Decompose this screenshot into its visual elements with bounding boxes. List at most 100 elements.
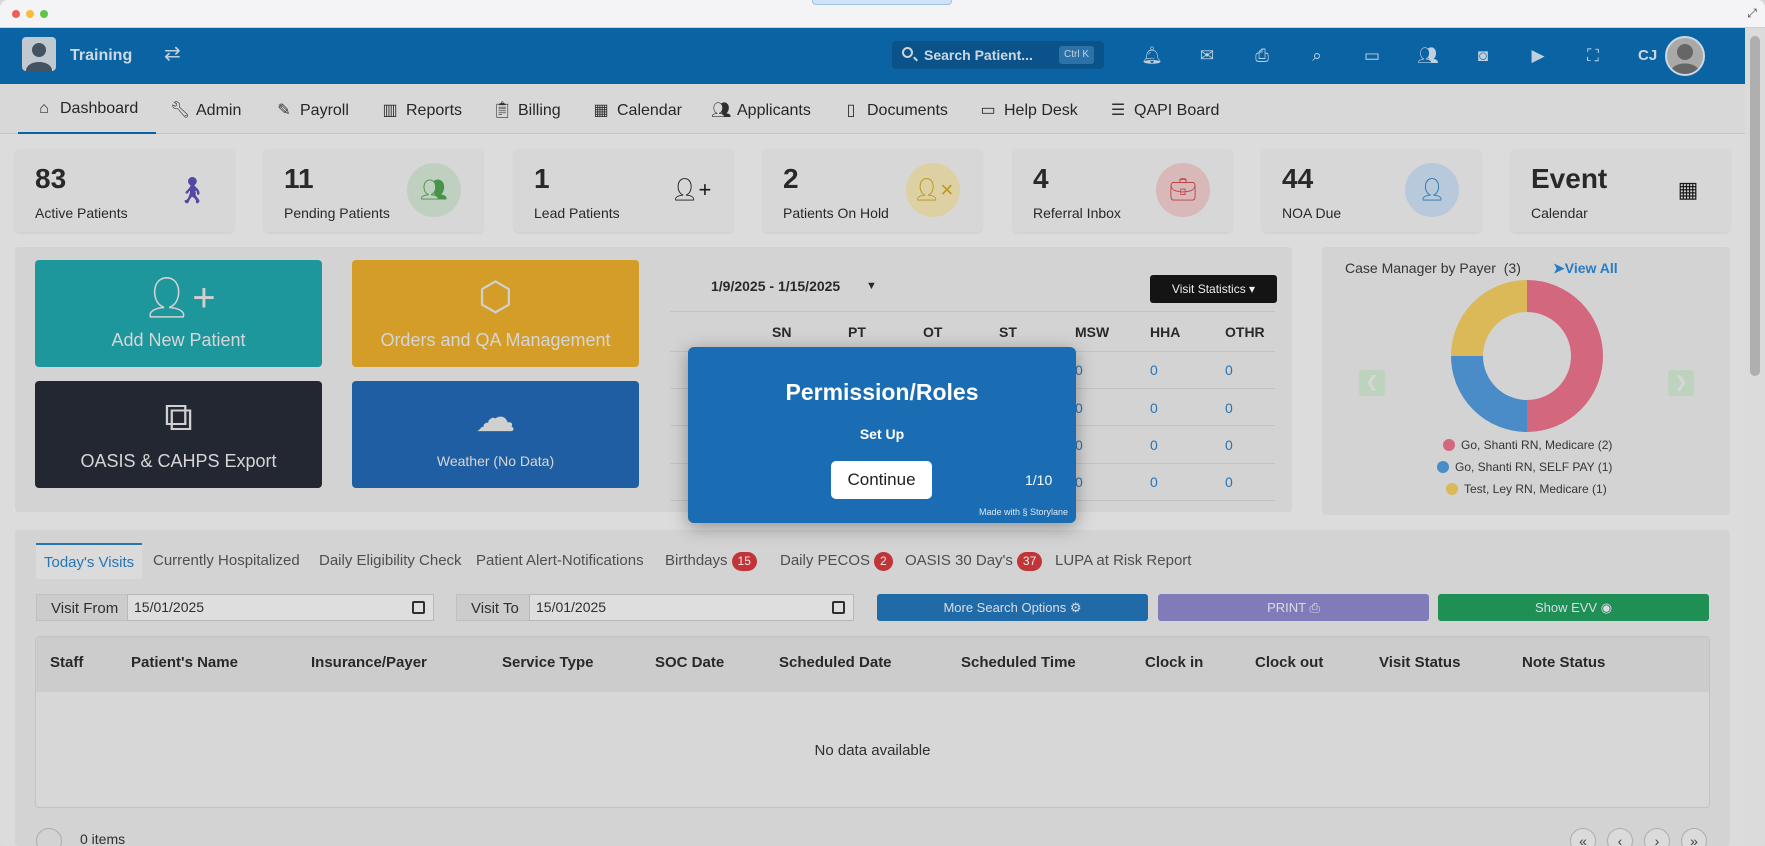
fullscreen-icon[interactable]: ⛶ [1582,45,1604,67]
stat-active-patients[interactable]: 83 Active Patients 🚶︎ [15,149,234,232]
expand-icon[interactable]: ⤢ [1745,6,1759,20]
chevron-down-icon[interactable]: ▼ [866,280,877,292]
col-staff[interactable]: Staff [50,654,83,671]
stat-cell[interactable]: 0 [1150,400,1158,416]
nav-qapi-board[interactable]: ☰ QAPI Board [1108,100,1220,120]
legend-swatch [1446,483,1458,495]
visit-statistics-button[interactable]: Visit Statistics ▾ [1150,275,1277,303]
stat-event-calendar[interactable]: Event Calendar ▦ [1511,149,1730,232]
donut-slice[interactable] [1451,280,1528,357]
nav-label: QAPI Board [1134,102,1220,119]
nav-payroll[interactable]: ✎ Payroll [274,100,349,120]
minimize-window-button[interactable] [26,10,34,18]
bell-icon[interactable]: 🔔︎ [1141,45,1163,67]
nav-reports[interactable]: ▥ Reports [380,100,462,120]
donut-slice[interactable] [1526,280,1603,432]
nav-dashboard[interactable]: ⌂ Dashboard [34,100,138,118]
orders-qa-tile[interactable]: ⬡ Orders and QA Management [352,260,639,367]
nav-label: Billing [518,102,561,119]
legend-label: Go, Shanti RN, SELF PAY (1) [1455,460,1613,474]
nav-billing[interactable]: 📋︎ Billing [492,100,561,120]
magnifier-icon[interactable]: ⌕ [1306,45,1328,67]
visit-from-input[interactable]: 15/01/2025 [127,594,434,621]
col-clock-in[interactable]: Clock in [1145,654,1203,671]
nav-documents[interactable]: ▯ Documents [841,100,948,120]
calendar-icon[interactable] [412,601,425,614]
nav-admin[interactable]: 🔧︎ Admin [170,100,241,120]
stat-cell[interactable]: 0 [1225,437,1233,453]
mail-icon[interactable]: ✉ [1196,45,1218,67]
made-with-storylane[interactable]: Made with § Storylane [979,507,1068,517]
stat-cell[interactable]: 0 [1150,362,1158,378]
col-scheduled-time[interactable]: Scheduled Time [961,654,1076,671]
tab-currently-hospitalized[interactable]: Currently Hospitalized [145,543,308,579]
date-range[interactable]: 1/9/2025 - 1/15/2025 [711,278,840,294]
camera-icon[interactable]: ◙ [1472,45,1494,67]
nav-calendar[interactable]: ▦ Calendar [591,100,682,120]
stat-cell[interactable]: 0 [1075,437,1083,453]
agency-avatar[interactable] [22,37,56,71]
switch-agency-icon[interactable]: ⇄ [164,41,181,66]
col-clock-out[interactable]: Clock out [1255,654,1323,671]
view-all-link[interactable]: ➤View All [1553,260,1618,277]
add-new-patient-tile[interactable]: 👤︎+ Add New Patient [35,260,322,367]
continue-button[interactable]: Continue [831,461,932,499]
calendar-icon[interactable] [832,601,845,614]
maximize-window-button[interactable] [40,10,48,18]
oasis-cahps-export-tile[interactable]: ⧉ OASIS & CAHPS Export [35,381,322,488]
stat-cell[interactable]: 0 [1075,362,1083,378]
user-initials: CJ [1638,47,1658,64]
close-window-button[interactable] [12,10,20,18]
stat-cell[interactable]: 0 [1075,474,1083,490]
weather-tile[interactable]: ☁ Weather (No Data) [352,381,639,488]
tab-daily-eligibility[interactable]: Daily Eligibility Check [311,543,470,579]
tab-todays-visits[interactable]: Today's Visits [36,543,143,579]
nav-label: Reports [406,102,463,119]
tab-patient-alert[interactable]: Patient Alert-Notifications [468,543,652,579]
stat-pending-patients[interactable]: 11 Pending Patients 👥︎ [264,149,483,232]
search-patient-input[interactable]: Search Patient... Ctrl K [892,41,1104,69]
stat-cell[interactable]: 0 [1225,400,1233,416]
stat-cell[interactable]: 0 [1150,474,1158,490]
col-service-type[interactable]: Service Type [502,654,593,671]
stat-cell[interactable]: 0 [1150,437,1158,453]
video-icon[interactable]: ▶ [1527,45,1549,67]
donut-slice[interactable] [1451,355,1528,432]
col-patient-name[interactable]: Patient's Name [131,654,238,671]
print-button[interactable]: PRINT ⎙ [1158,594,1429,621]
tab-lupa-at-risk[interactable]: LUPA at Risk Report [1047,543,1199,579]
stat-patients-on-hold[interactable]: 2 Patients On Hold 👤︎× [763,149,982,232]
printer-icon[interactable]: ⎙ [1251,45,1273,67]
visit-to-input[interactable]: 15/01/2025 [529,594,854,621]
col-soc-date[interactable]: SOC Date [655,654,724,671]
users-icon[interactable]: 👥︎ [1417,45,1439,67]
title-bar: ⤢ [0,0,1765,28]
nav-help-desk[interactable]: ▭ Help Desk [978,100,1077,120]
col-scheduled-date[interactable]: Scheduled Date [779,654,892,671]
tab-birthdays[interactable]: Birthdays 15 [657,543,765,579]
col-visit-status[interactable]: Visit Status [1379,654,1460,671]
stat-cell[interactable]: 0 [1225,362,1233,378]
divider [670,311,1275,312]
tab-daily-pecos[interactable]: Daily PECOS 2 [772,543,901,579]
stat-cell[interactable]: 0 [1075,400,1083,416]
chevron-left-icon[interactable]: ❮ [1359,370,1385,396]
col-note-status[interactable]: Note Status [1522,654,1605,671]
tab-oasis-30[interactable]: OASIS 30 Day's 37 [897,543,1050,579]
stat-referral-inbox[interactable]: 4 Referral Inbox 💼︎ [1013,149,1232,232]
chat-icon[interactable]: ▭ [1361,45,1383,67]
stat-lead-patients[interactable]: 1 Lead Patients 👤︎+ [514,149,733,232]
chevron-right-icon[interactable]: ❯ [1668,370,1694,396]
show-evv-button[interactable]: Show EVV ◉ [1438,594,1709,621]
stat-noa-due[interactable]: 44 NOA Due 👤︎ [1262,149,1481,232]
col-insurance-payer[interactable]: Insurance/Payer [311,654,427,671]
nav-applicants[interactable]: 👥︎ Applicants [711,100,811,120]
main-nav: ⌂ Dashboard 🔧︎ Admin ✎ Payroll ▥ Reports 📋︎ B… [0,84,1745,134]
user-avatar[interactable] [1665,36,1705,76]
more-search-options-button[interactable]: More Search Options ⚙ [877,594,1148,621]
user-x-icon: 👤︎× [906,163,960,217]
stat-cell[interactable]: 0 [1225,474,1233,490]
legend-item: Test, Ley RN, Medicare (1) [1446,482,1607,496]
scroll-thumb[interactable] [1750,36,1760,376]
group-icon: 👥︎ [407,163,461,217]
